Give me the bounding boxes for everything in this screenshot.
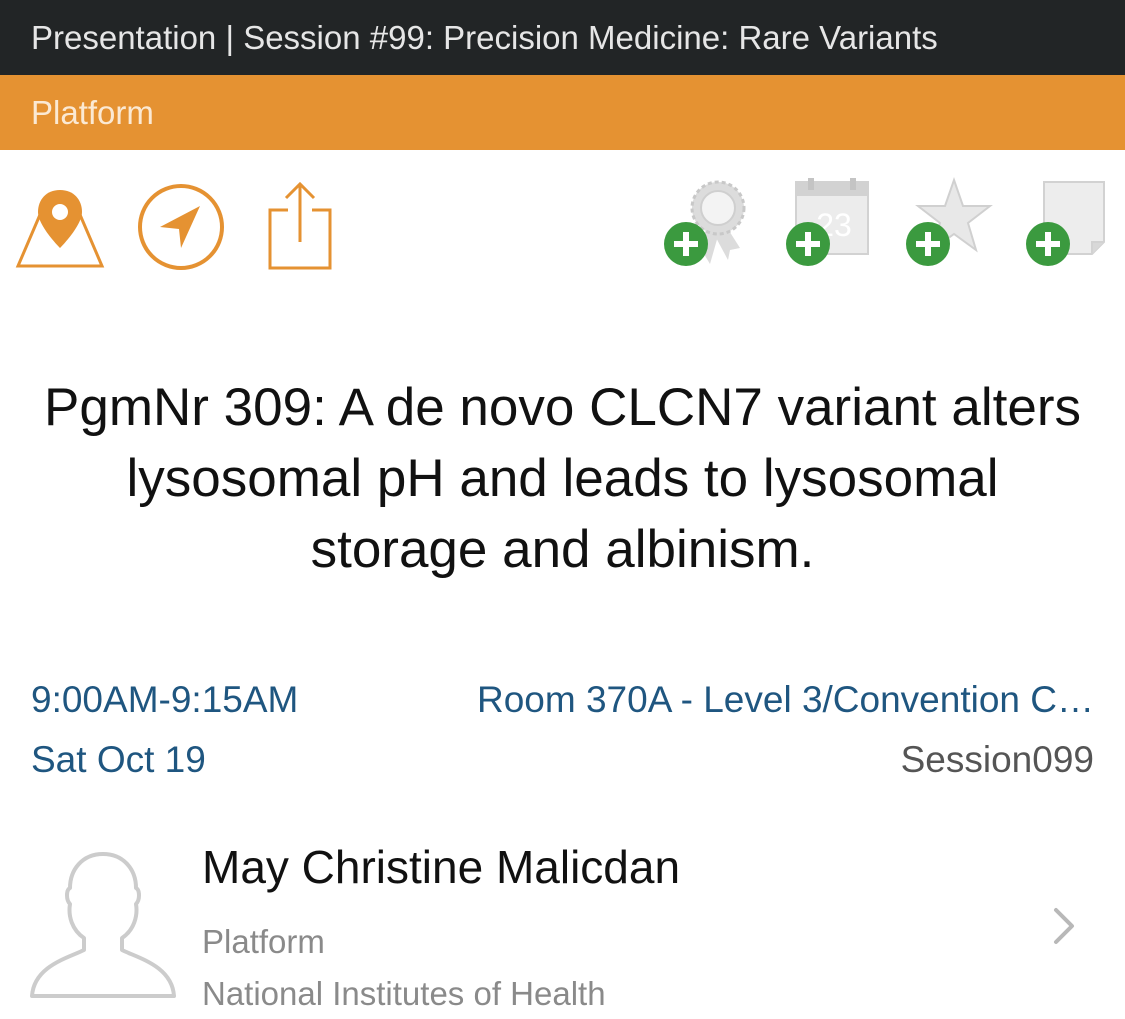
presenter-role: Platform bbox=[202, 923, 325, 960]
share-icon[interactable] bbox=[266, 180, 334, 272]
add-award-icon[interactable] bbox=[660, 178, 752, 270]
add-note-icon[interactable] bbox=[1022, 178, 1114, 270]
presenter-organization: National Institutes of Health bbox=[202, 975, 606, 1012]
avatar-icon bbox=[28, 846, 178, 1001]
session-date: Sat Oct 19 bbox=[31, 739, 206, 780]
time-range: 9:00AM-9:15AM bbox=[31, 679, 299, 720]
navigation-icon[interactable] bbox=[136, 182, 226, 272]
location-link[interactable]: Room 370A - Level 3/Convention C… bbox=[396, 678, 1094, 722]
presentation-title: PgmNr 309: A de novo CLCN7 variant alter… bbox=[44, 378, 1081, 579]
category-label: Platform bbox=[0, 75, 1125, 150]
map-location-icon[interactable] bbox=[15, 186, 105, 270]
header-title: Presentation | Session #99: Precision Me… bbox=[0, 0, 1125, 75]
session-code: Session099 bbox=[900, 739, 1094, 780]
add-calendar-icon[interactable]: 23 bbox=[782, 178, 874, 270]
add-favorite-icon[interactable] bbox=[902, 176, 994, 270]
presenter-name: May Christine Malicdan bbox=[202, 841, 681, 893]
chevron-right-icon[interactable] bbox=[1052, 906, 1078, 946]
